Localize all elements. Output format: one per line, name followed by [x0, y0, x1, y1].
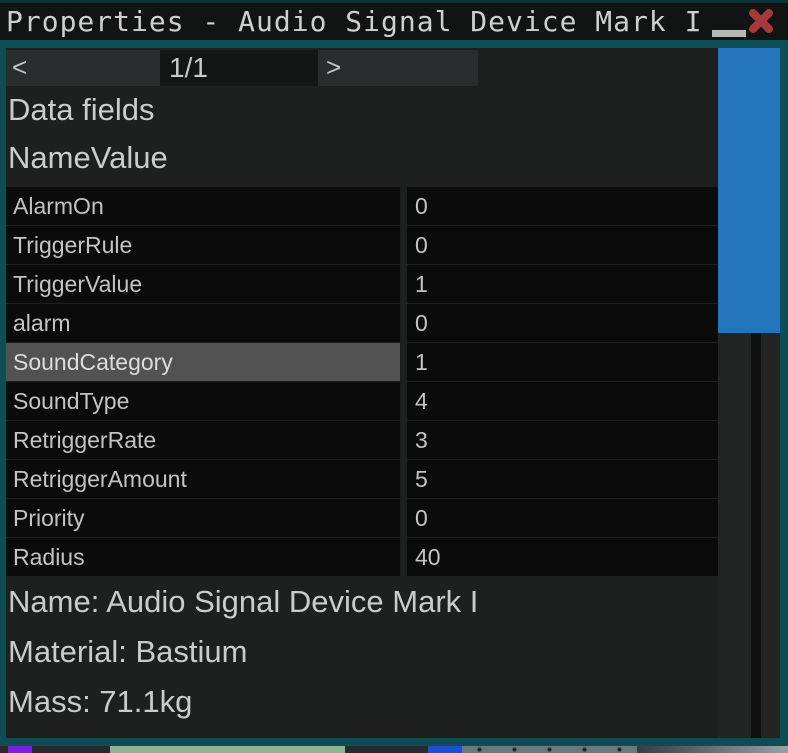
close-button[interactable] [747, 7, 775, 35]
game-background-blue-shape [428, 746, 462, 753]
field-value[interactable]: 0 [407, 226, 718, 264]
window-content: < 1/1 > Data fields NameValue AlarmOn 0 [6, 48, 780, 738]
column-divider [400, 538, 407, 576]
column-divider [400, 460, 407, 498]
column-divider [400, 226, 407, 264]
game-background-purple-shape [8, 746, 32, 753]
item-description-line: Description: Used to add audio feedback [8, 730, 566, 746]
item-name-line: Name: Audio Signal Device Mark I [8, 582, 478, 622]
item-mass-line: Mass: 71.1kg [8, 682, 192, 722]
field-name[interactable]: Radius [6, 538, 400, 576]
page-prev-button[interactable]: < [6, 50, 160, 86]
field-value[interactable]: 0 [407, 304, 718, 342]
field-value[interactable]: 5 [407, 460, 718, 498]
column-header-value: Value [91, 140, 168, 175]
item-material-line: Material: Bastium [8, 632, 247, 672]
table-row[interactable]: alarm 0 [6, 304, 718, 342]
page-indicator: 1/1 [169, 50, 208, 86]
column-divider [400, 343, 407, 381]
field-name[interactable]: Priority [6, 499, 400, 537]
field-name[interactable]: SoundType [6, 382, 400, 420]
game-background [0, 746, 788, 753]
field-name[interactable]: RetriggerAmount [6, 460, 400, 498]
screen: Properties - Audio Signal Device Mark I … [0, 0, 788, 753]
close-icon [747, 7, 775, 35]
data-fields-heading: Data fields [8, 92, 154, 128]
field-value[interactable]: 40 [407, 538, 718, 576]
table-row[interactable]: AlarmOn 0 [6, 187, 718, 225]
page-indicator-zone: 1/1 [160, 50, 318, 86]
scrollbar[interactable] [718, 48, 780, 738]
text-cursor [712, 30, 746, 37]
chevron-right-icon: > [326, 52, 341, 82]
column-divider [400, 304, 407, 342]
window-title: Properties - Audio Signal Device Mark I [6, 3, 702, 40]
column-divider [400, 187, 407, 225]
field-value[interactable]: 4 [407, 382, 718, 420]
page-next-button[interactable]: > [318, 50, 478, 86]
game-background-grille [462, 746, 637, 753]
column-divider [400, 499, 407, 537]
field-name[interactable]: RetriggerRate [6, 421, 400, 459]
field-value[interactable]: 1 [407, 265, 718, 303]
column-divider [400, 421, 407, 459]
scrollbar-track[interactable] [718, 333, 780, 738]
field-value[interactable]: 0 [407, 187, 718, 225]
field-name[interactable]: TriggerRule [6, 226, 400, 264]
table-row[interactable]: Radius 40 [6, 538, 718, 576]
table-row[interactable]: Priority 0 [6, 499, 718, 537]
field-name[interactable]: SoundCategory [6, 343, 400, 381]
field-name[interactable]: TriggerValue [6, 265, 400, 303]
field-name[interactable]: alarm [6, 304, 400, 342]
field-value[interactable]: 0 [407, 499, 718, 537]
properties-window: < 1/1 > Data fields NameValue AlarmOn 0 [0, 40, 788, 746]
game-background-green-shape [110, 746, 345, 753]
field-value[interactable]: 3 [407, 421, 718, 459]
field-value[interactable]: 1 [407, 343, 718, 381]
table-row[interactable]: RetriggerRate 3 [6, 421, 718, 459]
scrollbar-track-groove [751, 333, 761, 738]
window-titlebar[interactable]: Properties - Audio Signal Device Mark I [0, 0, 788, 40]
table-row[interactable]: RetriggerAmount 5 [6, 460, 718, 498]
data-fields-table: AlarmOn 0 TriggerRule 0 TriggerValue 1 a… [6, 187, 718, 577]
chevron-left-icon: < [12, 52, 27, 82]
column-divider [400, 382, 407, 420]
table-row[interactable]: SoundType 4 [6, 382, 718, 420]
column-divider [400, 265, 407, 303]
table-row[interactable]: TriggerRule 0 [6, 226, 718, 264]
table-row-selected[interactable]: SoundCategory 1 [6, 343, 718, 381]
table-column-headers: NameValue [8, 140, 168, 176]
column-header-name: Name [8, 140, 91, 175]
table-row[interactable]: TriggerValue 1 [6, 265, 718, 303]
scrollbar-thumb[interactable] [718, 48, 780, 333]
field-name[interactable]: AlarmOn [6, 187, 400, 225]
game-background-metal-wedge [637, 746, 788, 753]
